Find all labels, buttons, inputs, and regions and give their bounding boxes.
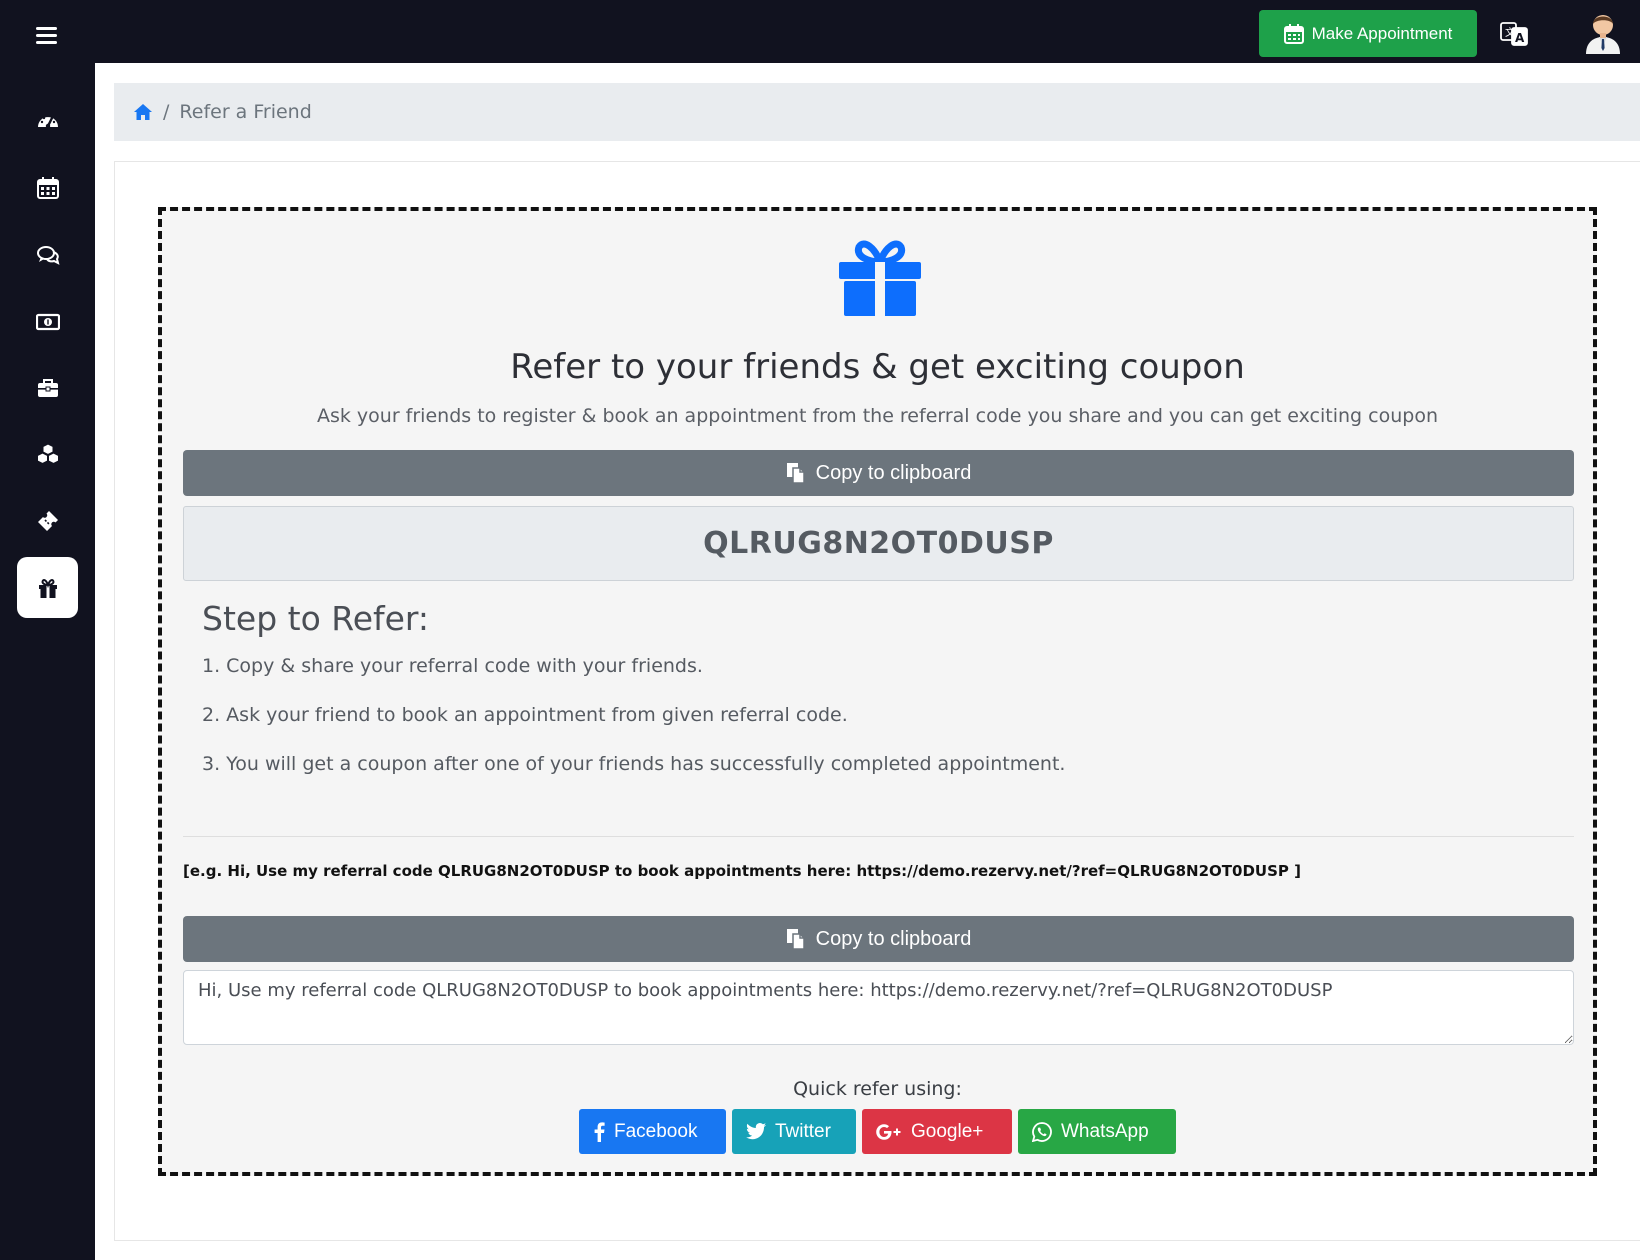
sidebar-item-dashboard[interactable] [17,90,78,151]
breadcrumb-separator: / [163,101,170,123]
share-google-button[interactable]: Google+ [862,1109,1012,1154]
twitter-icon [746,1123,766,1140]
step-item: 3. You will get a coupon after one of yo… [202,753,1066,775]
sidebar-item-messages[interactable] [17,224,78,285]
share-twitter-button[interactable]: Twitter [732,1109,856,1154]
make-appointment-button[interactable]: Make Appointment [1259,10,1477,57]
sidebar-item-calendar[interactable] [17,157,78,218]
top-navbar: Make Appointment 文 A [0,0,1640,63]
gift-icon [38,578,57,598]
make-appointment-label: Make Appointment [1311,23,1453,43]
quick-refer-label: Quick refer using: [793,1078,962,1100]
gift-icon [839,240,921,316]
calendar-icon [36,176,59,199]
share-whatsapp-button[interactable]: WhatsApp [1018,1109,1176,1154]
sidebar [0,63,95,1260]
copy-icon [786,463,805,484]
money-bill-icon [35,313,60,330]
whatsapp-icon [1032,1121,1052,1142]
svg-text:文: 文 [1505,26,1515,39]
sidebar-item-coupons[interactable] [17,490,78,551]
copy-icon [786,929,805,950]
chat-comments-icon [36,245,59,265]
dashboard-gauge-icon [37,114,58,128]
language-translate-icon[interactable]: 文 A [1500,20,1528,48]
copy-message-button[interactable]: Copy to clipboard [183,916,1574,962]
calendar-icon [1283,23,1304,44]
divider [183,836,1574,837]
share-buttons: Facebook Twitter Google+ WhatsApp [162,1109,1593,1154]
referral-code-display: QLRUG8N2OT0DUSP [183,506,1574,581]
step-item: 2. Ask your friend to book an appointmen… [202,704,848,726]
google-label: Google+ [911,1120,984,1142]
copy-code-button[interactable]: Copy to clipboard [183,450,1574,496]
sidebar-item-payments[interactable] [17,291,78,352]
step-item: 1. Copy & share your referral code with … [202,655,703,677]
breadcrumb-current: Refer a Friend [179,101,312,123]
facebook-label: Facebook [614,1120,698,1142]
svg-text:A: A [1515,31,1525,45]
hamburger-menu-icon[interactable] [36,27,57,44]
referral-message-textarea[interactable]: Hi, Use my referral code QLRUG8N2OT0DUSP… [183,970,1574,1045]
copy-code-label: Copy to clipboard [815,461,972,484]
refer-a-friend-panel: Refer to your friends & get exciting cou… [158,207,1597,1176]
steps-title: Step to Refer: [202,599,430,638]
share-facebook-button[interactable]: Facebook [579,1109,726,1154]
whatsapp-label: WhatsApp [1061,1120,1149,1142]
sidebar-item-packages[interactable] [17,423,78,484]
briefcase-icon [37,378,58,397]
referral-headline: Refer to your friends & get exciting cou… [510,347,1245,387]
twitter-label: Twitter [775,1120,831,1142]
sidebar-item-refer-a-friend[interactable] [17,557,78,618]
ticket-icon [37,510,58,531]
home-icon[interactable] [133,103,153,121]
example-message: [e.g. Hi, Use my referral code QLRUG8N2O… [183,862,1301,880]
copy-message-label: Copy to clipboard [815,927,972,950]
google-plus-icon [876,1123,901,1140]
breadcrumb: / Refer a Friend [114,83,1640,141]
sidebar-item-services[interactable] [17,357,78,418]
referral-subline: Ask your friends to register & book an a… [316,405,1438,427]
cubes-icon [36,442,59,464]
facebook-icon [594,1121,605,1142]
user-avatar[interactable] [1580,8,1626,54]
